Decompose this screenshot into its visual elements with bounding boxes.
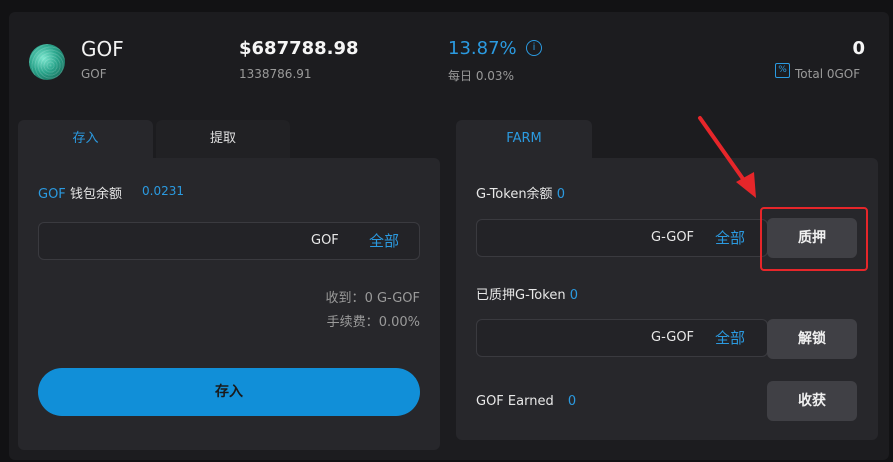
deposit-max-button[interactable]: 全部	[369, 230, 399, 251]
total-value: 0	[852, 38, 865, 59]
token-symbol: GOF	[81, 67, 107, 81]
fee-info: 手续费：0.00%	[326, 315, 420, 330]
tab-withdraw[interactable]: 提取	[156, 120, 290, 158]
annotation-arrow-icon	[698, 116, 756, 198]
percent-square-icon: %	[775, 63, 790, 78]
apy-value: 13.87%	[448, 38, 517, 59]
gtoken-balance: G-Token余额 0	[476, 187, 565, 202]
info-circle-icon[interactable]: i	[526, 40, 542, 56]
total-sub: Total 0GOF	[795, 67, 861, 81]
stake-input-field[interactable]: G-GOF 全部	[476, 219, 768, 257]
token-price: $687788.98	[239, 38, 359, 59]
stake-unit: G-GOF	[651, 230, 695, 245]
highlight-box	[760, 207, 868, 271]
unstake-input-field[interactable]: G-GOF 全部	[476, 319, 768, 357]
deposit-submit-button[interactable]: 存入	[38, 368, 420, 416]
harvest-button[interactable]: 收获	[767, 381, 857, 421]
stake-max-button[interactable]: 全部	[715, 227, 745, 248]
token-name: GOF	[81, 37, 124, 61]
wallet-balance-label: GOF 钱包余额	[38, 187, 122, 202]
unstake-max-button[interactable]: 全部	[715, 327, 745, 348]
gof-earned: GOF Earned 0	[476, 394, 577, 409]
tab-deposit[interactable]: 存入	[18, 120, 153, 158]
daily-rate: 每日 0.03%	[448, 69, 514, 83]
unstake-button[interactable]: 解锁	[767, 319, 857, 359]
token-price-sub: 1338786.91	[239, 67, 312, 81]
tab-farm[interactable]: FARM	[456, 120, 592, 158]
receive-info: 收到：0 G-GOF	[325, 291, 420, 306]
staked-gtoken: 已质押G-Token 0	[476, 288, 578, 303]
wallet-balance-value: 0.0231	[142, 184, 184, 198]
gof-logo	[29, 44, 65, 80]
unstake-unit: G-GOF	[651, 330, 695, 345]
deposit-input-field[interactable]: GOF 全部	[38, 222, 420, 260]
deposit-unit: GOF	[311, 233, 339, 248]
